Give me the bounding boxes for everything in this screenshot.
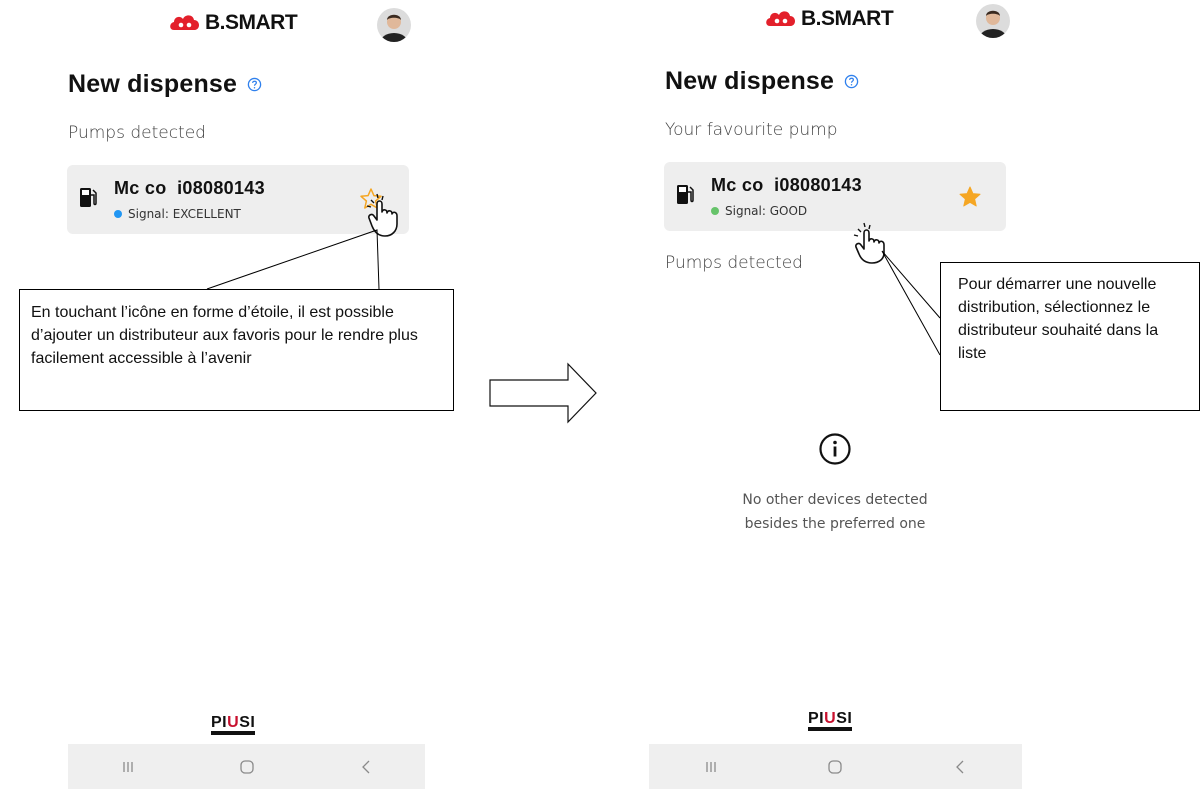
back-button[interactable] (945, 752, 975, 782)
select-pump-callout: Pour démarrer une nouvelle distribution,… (940, 262, 1200, 411)
recent-apps-button[interactable] (696, 752, 726, 782)
info-circle-icon (819, 433, 851, 465)
empty-state-line-2: besides the preferred one (744, 516, 926, 532)
home-button[interactable] (820, 752, 850, 782)
piusi-logo: PIUSI (808, 708, 853, 731)
system-navigation-bar (649, 744, 1022, 789)
recent-apps-icon (706, 761, 716, 772)
empty-state-message: No other devices detected besides the pr… (685, 488, 985, 536)
back-icon (955, 760, 964, 773)
empty-state-line-1: No other devices detected (742, 492, 928, 508)
home-icon (828, 759, 843, 774)
select-pump-text: Pour démarrer une nouvelle distribution,… (958, 276, 1159, 362)
